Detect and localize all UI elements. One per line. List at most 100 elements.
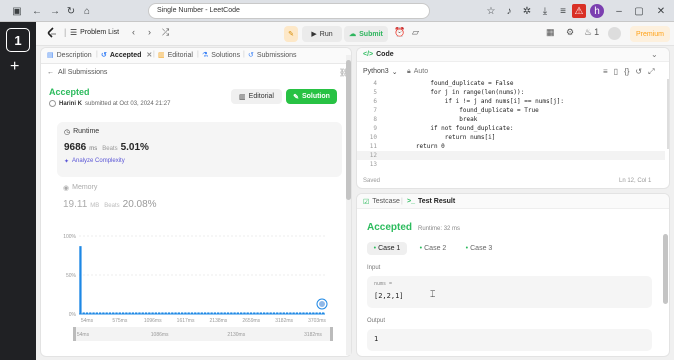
cursor-position: Ln 12, Col 1: [619, 178, 652, 184]
minimize-icon[interactable]: –: [612, 4, 626, 18]
tab-testcase[interactable]: ☑ Testcase: [363, 198, 400, 206]
left-tabbar: ▤ Description | ↺ Accepted ✕ | ▥ Editorial |…: [41, 48, 351, 64]
username[interactable]: Harini K: [59, 101, 82, 107]
home-icon[interactable]: ⌂: [80, 4, 94, 18]
editor-scrollbar[interactable]: [667, 79, 669, 149]
address-bar[interactable]: Single Number - LeetCode: [148, 3, 430, 19]
minimize-panel-icon[interactable]: ⌄: [651, 50, 658, 59]
menu-lines-icon[interactable]: ≡: [556, 4, 570, 18]
sidebar-toggle-icon[interactable]: ▣: [10, 4, 24, 18]
format-icon[interactable]: ≡: [603, 67, 608, 77]
runtime-distribution-chart[interactable]: 100% 50% 0% 54ms 575ms 1096ms 1617ms 2138ms 2659…: [57, 228, 342, 341]
run-button[interactable]: ▶ Run: [302, 26, 342, 42]
tab-submissions[interactable]: ↺ Submissions: [248, 51, 297, 60]
debug-icon[interactable]: ✎: [284, 26, 298, 42]
memory-beats-label: Beats: [104, 203, 120, 209]
code-line[interactable]: 11 return 0: [357, 142, 657, 151]
case-2-tab[interactable]: • Case 2: [413, 242, 453, 255]
code-line[interactable]: 6 if i != j and nums[i] == nums[j]:: [357, 97, 657, 106]
note-icon[interactable]: ▱: [412, 27, 419, 38]
user-avatar-icon: [49, 100, 56, 107]
all-submissions-link[interactable]: ← All Submissions: [47, 69, 107, 76]
extension-icon[interactable]: ✲: [520, 4, 534, 18]
streak-counter[interactable]: ♨ 1: [584, 27, 599, 38]
submit-button[interactable]: ☁ Submit: [344, 26, 388, 42]
case-3-tab[interactable]: • Case 3: [459, 242, 499, 255]
bookmark-icon[interactable]: ▯: [614, 67, 618, 77]
language-select[interactable]: Python3 ⌄: [363, 68, 398, 76]
list-icon: ☰: [70, 28, 78, 37]
settings-gear-icon[interactable]: ⚙: [566, 27, 574, 38]
line-number: 7: [373, 107, 377, 114]
runtime-value: 9686: [64, 142, 87, 153]
divider: |: [197, 51, 199, 58]
memory-header[interactable]: ◉ Memory: [63, 184, 97, 192]
solution-button[interactable]: ✎ Solution: [286, 89, 337, 104]
bookmark-star-icon[interactable]: ☆: [484, 4, 498, 18]
tab-item-1[interactable]: 1: [6, 28, 30, 52]
tab-description[interactable]: ▤ Description: [47, 51, 92, 60]
line-number: 9: [373, 125, 377, 132]
code-line[interactable]: 4 found_duplicate = False: [357, 79, 657, 88]
saved-status: Saved: [363, 178, 381, 184]
tab-testcase-label: Testcase: [372, 198, 400, 205]
layout-icon[interactable]: ▦: [546, 27, 555, 38]
close-tab-icon[interactable]: ✕: [146, 51, 152, 59]
code-line[interactable]: 13: [357, 160, 657, 169]
line-text: return nums[i]: [387, 134, 496, 141]
code-line[interactable]: 10 return nums[i]: [357, 133, 657, 142]
runtime-card[interactable]: ◷ Runtime 9686 ms Beats 5.01% ✦ Analyze Co…: [57, 122, 342, 177]
premium-button[interactable]: Premium: [630, 26, 670, 42]
code-line[interactable]: 9 if not found_duplicate:: [357, 124, 657, 133]
output-value: 1: [374, 335, 379, 343]
auto-toggle[interactable]: 🔒︎ Auto: [407, 68, 428, 76]
editorial-button[interactable]: ▥ Editorial: [231, 89, 282, 104]
clock-icon: ◷: [64, 129, 71, 136]
alert-icon[interactable]: ⚠: [572, 4, 586, 18]
back-icon[interactable]: ←: [30, 4, 44, 18]
timer-icon[interactable]: ⏰: [394, 27, 405, 38]
range-slider-track: [73, 327, 333, 341]
prev-problem-icon[interactable]: ‹: [132, 27, 135, 37]
forward-icon[interactable]: →: [48, 4, 62, 18]
tab-test-result[interactable]: >_ Test Result: [407, 198, 455, 205]
expand-icon[interactable]: ⤢: [648, 67, 654, 77]
tab-editorial[interactable]: ▥ Editorial: [158, 51, 193, 60]
editorial-button-label: Editorial: [248, 93, 274, 100]
test-scrollbar-thumb[interactable]: [663, 234, 668, 304]
user-avatar[interactable]: [608, 27, 621, 40]
case-1-label: Case 1: [378, 245, 401, 252]
tab-accepted[interactable]: ↺ Accepted ✕: [101, 51, 152, 60]
code-line[interactable]: 12: [357, 151, 665, 160]
code-line[interactable]: 8 break: [357, 115, 657, 124]
sparkle-icon: ✦: [64, 159, 70, 165]
line-number: 5: [373, 89, 377, 96]
profile-avatar[interactable]: h: [590, 4, 604, 18]
code-line[interactable]: 7 found_duplicate = True: [357, 106, 657, 115]
maximize-icon[interactable]: ▢: [632, 4, 646, 18]
leetcode-logo-icon[interactable]: [46, 27, 58, 39]
braces-icon[interactable]: {}: [624, 67, 629, 77]
chart-bar: [79, 246, 82, 314]
speaker-icon[interactable]: ♪: [502, 4, 516, 18]
close-window-icon[interactable]: ✕: [654, 4, 668, 18]
code-line[interactable]: 5 for j in range(len(nums)):: [357, 88, 657, 97]
left-scrollbar-thumb[interactable]: [346, 60, 351, 200]
x-tick-label: 1617ms: [177, 318, 195, 324]
case-1-tab[interactable]: • Case 1: [367, 242, 407, 255]
language-label: Python3: [363, 68, 389, 75]
runtime-label: Runtime: [73, 128, 100, 135]
shuffle-icon[interactable]: ⤮: [162, 27, 169, 38]
code-editor[interactable]: 4 found_duplicate = False 5 for j in rang…: [357, 79, 669, 174]
code-brackets-icon: </>: [363, 51, 374, 58]
tab-solutions[interactable]: ⚗ Solutions: [202, 51, 240, 60]
next-problem-icon[interactable]: ›: [148, 27, 151, 37]
reset-icon[interactable]: ↺: [635, 67, 642, 77]
new-tab-icon[interactable]: +: [10, 58, 19, 76]
problem-list-button[interactable]: ☰ Problem List: [70, 28, 119, 37]
streak-count: 1: [594, 27, 600, 37]
reload-icon[interactable]: ↻: [64, 4, 78, 18]
document-icon: ▤: [47, 52, 54, 59]
download-icon[interactable]: ⤓: [538, 4, 552, 18]
analyze-complexity-link[interactable]: ✦ Analyze Complexity: [64, 158, 125, 165]
